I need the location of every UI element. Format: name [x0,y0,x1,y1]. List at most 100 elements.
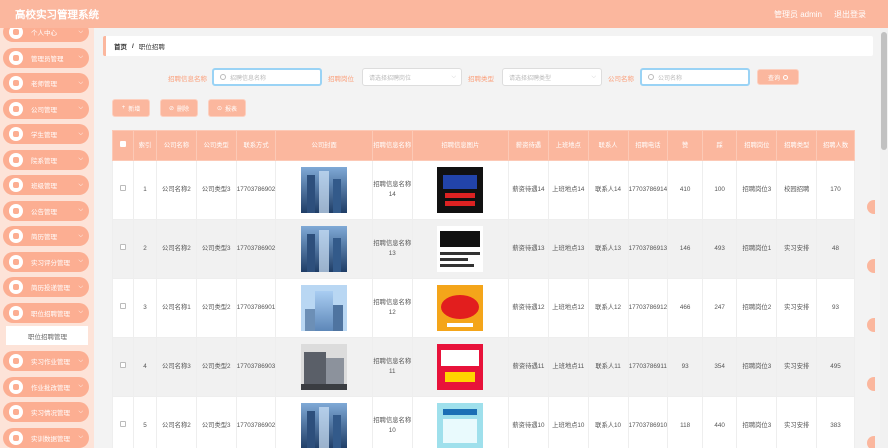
row-checkbox[interactable] [119,362,126,368]
recruit-image-cell [411,337,510,397]
recruit-info-name-cell: 招聘信息名称11 [371,337,413,397]
company-name-cell: 公司名称3 [156,337,197,397]
headcount-cell: 48 [816,219,855,279]
recruit-image-cell [411,160,510,220]
name-filter-input[interactable]: 招聘信息名称 [212,68,322,86]
search-icon [783,74,788,80]
recruit-info-name-cell: 招聘信息名称14 [371,160,413,220]
column-header: 联系方式 [235,130,277,161]
recruit-type-cell: 实习安排 [776,219,818,279]
sidebar-item[interactable]: 个人中心 ⌵ [3,28,89,42]
row-checkbox-cell [112,278,134,338]
chevron-down-icon: ⌵ [78,79,83,86]
recruit-type-cell: 实习安排 [776,278,818,338]
report-button[interactable]: ⊙ 报表 [208,99,246,117]
position-cell: 招聘岗位3 [736,396,778,448]
sidebar-item[interactable]: 职位招聘管理 ⌵ [3,302,89,323]
column-header: 公司名称 [156,130,197,161]
sidebar-item[interactable]: 作业批改管理 ⌵ [3,376,89,397]
company-filter-input[interactable]: 公司名称 [640,68,750,86]
row-checkbox-cell [112,396,134,448]
scrollbar-thumb[interactable] [881,32,887,150]
sidebar-subitem-active[interactable]: 职位招聘管理 [6,326,88,345]
recruit-phone-cell: 17703786911 [627,337,669,397]
row-action-button[interactable] [867,200,875,214]
recruit-poster-image [437,344,484,390]
position-cell: 招聘岗位1 [736,219,778,279]
sidebar-item-label: 实训数据管理 [31,435,70,443]
plus-icon: + [121,105,126,111]
table-row[interactable]: 2 公司名称2 公司类型3 17703786902 招聘信息名称13 薪资待遇13 上班地点… [112,219,855,279]
dislike-count-cell: 354 [701,337,738,397]
company-cover-cell [275,337,373,397]
row-checkbox[interactable] [119,244,126,250]
sidebar-item[interactable]: 公告管理 ⌵ [3,200,89,221]
row-checkbox[interactable] [119,421,126,427]
add-button[interactable]: + 新增 [112,99,150,117]
sidebar-item[interactable]: 实习作业管理 ⌵ [3,351,89,371]
sidebar-item[interactable]: 实训数据管理 ⌵ [3,427,89,448]
sidebar-item[interactable]: 实习评分管理 ⌵ [3,251,89,272]
sidebar-item[interactable]: 公司管理 ⌵ [3,98,89,119]
recruit-poster-image [437,167,484,213]
row-checkbox[interactable] [119,185,126,191]
sidebar-item[interactable]: 班级管理 ⌵ [3,175,89,195]
sidebar-item[interactable]: 老师管理 ⌵ [3,73,89,93]
contact-phone-cell: 17703786902 [235,219,277,279]
row-action-button[interactable] [867,436,875,448]
row-action-button[interactable] [867,318,875,332]
delete-button[interactable]: ⊘ 删除 [160,99,198,117]
company-cover-image [301,226,348,272]
page-scrollbar[interactable] [880,28,888,448]
salary-cell: 薪资待遇11 [508,337,549,397]
row-checkbox[interactable] [119,303,126,309]
table-row[interactable]: 3 公司名称1 公司类型2 17703786901 招聘信息名称12 薪资待遇12 上班地点… [112,278,855,338]
contact-person-cell: 联系人13 [587,219,629,279]
select-all-checkbox[interactable] [119,141,126,147]
index-cell: 3 [132,278,158,338]
sidebar-item[interactable]: 简历投递管理 ⌵ [3,277,89,297]
add-button-label: 新增 [128,106,141,113]
sidebar-item-label: 个人中心 [31,30,57,37]
row-action-button[interactable] [867,259,875,273]
recruit-info-name-cell: 招聘信息名称12 [371,278,413,338]
sidebar-item-label: 公告管理 [31,208,57,216]
position-filter-placeholder: 请选择招聘岗位 [369,75,412,82]
contact-person-cell: 联系人14 [587,160,629,220]
like-count-cell: 466 [667,278,703,338]
salary-cell: 薪资待遇12 [508,278,549,338]
sidebar-item-label: 老师管理 [31,81,57,88]
column-header: 公司类型 [195,130,237,161]
work-place-cell: 上班地点12 [547,278,589,338]
logout-link[interactable]: 退出登录 [834,9,866,20]
query-button[interactable]: 查询 [757,69,799,85]
query-button-label: 查询 [767,75,780,82]
column-header: 招聘类型 [776,130,818,161]
menu-icon [9,76,23,90]
type-filter-select[interactable]: 请选择招聘类型 ⌵ [502,68,602,86]
breadcrumb-home[interactable]: 首页 [114,41,127,51]
recruit-phone-cell: 17703786910 [627,396,669,448]
sidebar: 个人中心 ⌵ 管理员管理 ⌵ 老师管理 ⌵ 公司管理 ⌵ 学生管理 ⌵ 院系管理 ⌵ 班级管理 ⌵ 公告管理… [0,28,94,448]
sidebar-item[interactable]: 实习情况管理 ⌵ [3,402,89,422]
breadcrumb-separator: / [132,42,134,50]
chevron-down-icon: ⌵ [78,130,83,137]
sidebar-item[interactable]: 学生管理 ⌵ [3,124,89,144]
table-row[interactable]: 1 公司名称2 公司类型3 17703786902 招聘信息名称14 薪资待遇14 上班地点… [112,160,855,220]
table-row[interactable]: 5 公司名称2 公司类型3 17703786902 招聘信息名称10 薪资待遇10 上班地点… [112,396,855,448]
sidebar-item[interactable]: 简历管理 ⌵ [3,226,89,246]
sidebar-item-label: 公司管理 [31,106,57,114]
sidebar-item[interactable]: 院系管理 ⌵ [3,149,89,170]
recruit-type-cell: 实习安排 [776,396,818,448]
contact-phone-cell: 17703786901 [235,278,277,338]
company-type-cell: 公司类型3 [195,160,237,220]
table-row[interactable]: 4 公司名称3 公司类型2 17703786903 招聘信息名称11 薪资待遇11 上班地点… [112,337,855,397]
row-checkbox-cell [112,219,134,279]
position-filter-select[interactable]: 请选择招聘岗位 ⌵ [362,68,462,86]
recruit-image-cell [411,219,510,279]
sidebar-item[interactable]: 管理员管理 ⌵ [3,47,89,68]
row-action-button[interactable] [867,377,875,391]
chevron-down-icon: ⌵ [78,283,83,290]
menu-icon [9,152,23,167]
name-filter-placeholder: 招聘信息名称 [230,75,267,82]
